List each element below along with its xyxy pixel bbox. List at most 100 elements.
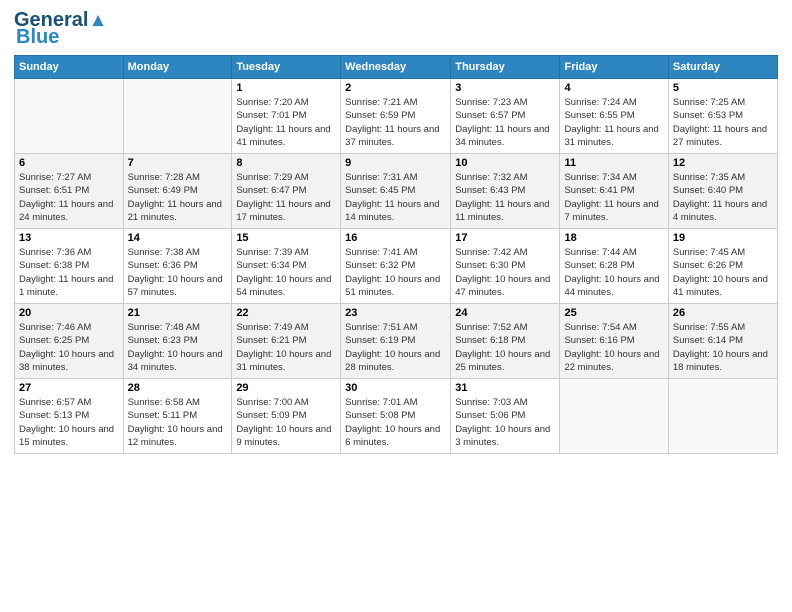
day-info: Sunrise: 7:41 AMSunset: 6:32 PMDaylight:… [345, 246, 446, 299]
day-number: 13 [19, 232, 119, 244]
day-info: Sunrise: 7:27 AMSunset: 6:51 PMDaylight:… [19, 171, 119, 224]
day-info: Sunrise: 7:36 AMSunset: 6:38 PMDaylight:… [19, 246, 119, 299]
day-info: Sunrise: 6:58 AMSunset: 5:11 PMDaylight:… [128, 396, 228, 449]
table-row: 14 Sunrise: 7:38 AMSunset: 6:36 PMDayligh… [123, 229, 232, 304]
table-row: 12 Sunrise: 7:35 AMSunset: 6:40 PMDayligh… [668, 154, 777, 229]
col-saturday: Saturday [668, 56, 777, 79]
day-info: Sunrise: 7:35 AMSunset: 6:40 PMDaylight:… [673, 171, 773, 224]
day-number: 12 [673, 157, 773, 169]
day-info: Sunrise: 7:03 AMSunset: 5:06 PMDaylight:… [455, 396, 555, 449]
table-row: 22 Sunrise: 7:49 AMSunset: 6:21 PMDayligh… [232, 304, 341, 379]
day-info: Sunrise: 7:55 AMSunset: 6:14 PMDaylight:… [673, 321, 773, 374]
day-number: 5 [673, 82, 773, 94]
day-info: Sunrise: 7:29 AMSunset: 6:47 PMDaylight:… [236, 171, 336, 224]
table-row: 29Sunrise: 7:00 AMSunset: 5:09 PMDayligh… [232, 379, 341, 454]
day-number: 15 [236, 232, 336, 244]
day-number: 31 [455, 382, 555, 394]
table-row: 17Sunrise: 7:42 AMSunset: 6:30 PMDayligh… [451, 229, 560, 304]
calendar-week-row: 13 Sunrise: 7:36 AMSunset: 6:38 PMDayligh… [15, 229, 778, 304]
empty-cell [668, 379, 777, 454]
day-number: 11 [564, 157, 663, 169]
logo-bird-icon: ▴ [93, 9, 103, 31]
day-number: 17 [455, 232, 555, 244]
day-number: 22 [236, 307, 336, 319]
day-info: Sunrise: 7:44 AMSunset: 6:28 PMDaylight:… [564, 246, 663, 299]
day-number: 21 [128, 307, 228, 319]
table-row: 1Sunrise: 7:20 AMSunset: 7:01 PMDaylight… [232, 79, 341, 154]
day-number: 28 [128, 382, 228, 394]
day-number: 24 [455, 307, 555, 319]
day-info: Sunrise: 7:21 AMSunset: 6:59 PMDaylight:… [345, 96, 446, 149]
empty-cell [15, 79, 124, 154]
day-number: 20 [19, 307, 119, 319]
day-number: 10 [455, 157, 555, 169]
table-row: 6 Sunrise: 7:27 AMSunset: 6:51 PMDaylight… [15, 154, 124, 229]
page: General ▴ Blue Sunday Monday Tuesday Wed… [0, 0, 792, 612]
table-row: 10Sunrise: 7:32 AMSunset: 6:43 PMDayligh… [451, 154, 560, 229]
day-number: 16 [345, 232, 446, 244]
day-info: Sunrise: 7:49 AMSunset: 6:21 PMDaylight:… [236, 321, 336, 374]
table-row: 8 Sunrise: 7:29 AMSunset: 6:47 PMDaylight… [232, 154, 341, 229]
table-row: 5 Sunrise: 7:25 AMSunset: 6:53 PMDaylight… [668, 79, 777, 154]
calendar-week-row: 6 Sunrise: 7:27 AMSunset: 6:51 PMDaylight… [15, 154, 778, 229]
table-row: 30Sunrise: 7:01 AMSunset: 5:08 PMDayligh… [341, 379, 451, 454]
day-info: Sunrise: 7:25 AMSunset: 6:53 PMDaylight:… [673, 96, 773, 149]
table-row: 16 Sunrise: 7:41 AMSunset: 6:32 PMDayligh… [341, 229, 451, 304]
day-number: 23 [345, 307, 446, 319]
empty-cell [123, 79, 232, 154]
table-row: 27 Sunrise: 6:57 AMSunset: 5:13 PMDayligh… [15, 379, 124, 454]
table-row: 24 Sunrise: 7:52 AMSunset: 6:18 PMDayligh… [451, 304, 560, 379]
day-info: Sunrise: 7:24 AMSunset: 6:55 PMDaylight:… [564, 96, 663, 149]
day-info: Sunrise: 7:45 AMSunset: 6:26 PMDaylight:… [673, 246, 773, 299]
day-info: Sunrise: 6:57 AMSunset: 5:13 PMDaylight:… [19, 396, 119, 449]
table-row: 2Sunrise: 7:21 AMSunset: 6:59 PMDaylight… [341, 79, 451, 154]
table-row: 13 Sunrise: 7:36 AMSunset: 6:38 PMDayligh… [15, 229, 124, 304]
logo: General ▴ Blue [14, 10, 103, 49]
table-row: 23 Sunrise: 7:51 AMSunset: 6:19 PMDayligh… [341, 304, 451, 379]
table-row: 26 Sunrise: 7:55 AMSunset: 6:14 PMDayligh… [668, 304, 777, 379]
day-info: Sunrise: 7:00 AMSunset: 5:09 PMDaylight:… [236, 396, 336, 449]
table-row: 18Sunrise: 7:44 AMSunset: 6:28 PMDayligh… [560, 229, 668, 304]
day-info: Sunrise: 7:23 AMSunset: 6:57 PMDaylight:… [455, 96, 555, 149]
day-info: Sunrise: 7:54 AMSunset: 6:16 PMDaylight:… [564, 321, 663, 374]
table-row: 9 Sunrise: 7:31 AMSunset: 6:45 PMDaylight… [341, 154, 451, 229]
table-row: 7Sunrise: 7:28 AMSunset: 6:49 PMDaylight… [123, 154, 232, 229]
calendar-header: Sunday Monday Tuesday Wednesday Thursday… [15, 56, 778, 79]
col-friday: Friday [560, 56, 668, 79]
calendar-week-row: 1Sunrise: 7:20 AMSunset: 7:01 PMDaylight… [15, 79, 778, 154]
calendar-week-row: 27 Sunrise: 6:57 AMSunset: 5:13 PMDayligh… [15, 379, 778, 454]
day-info: Sunrise: 7:52 AMSunset: 6:18 PMDaylight:… [455, 321, 555, 374]
day-number: 6 [19, 157, 119, 169]
table-row: 20Sunrise: 7:46 AMSunset: 6:25 PMDayligh… [15, 304, 124, 379]
day-number: 7 [128, 157, 228, 169]
col-sunday: Sunday [15, 56, 124, 79]
col-wednesday: Wednesday [341, 56, 451, 79]
table-row: 25Sunrise: 7:54 AMSunset: 6:16 PMDayligh… [560, 304, 668, 379]
day-number: 27 [19, 382, 119, 394]
calendar-body: 1Sunrise: 7:20 AMSunset: 7:01 PMDaylight… [15, 79, 778, 454]
day-number: 26 [673, 307, 773, 319]
calendar-week-row: 20Sunrise: 7:46 AMSunset: 6:25 PMDayligh… [15, 304, 778, 379]
day-number: 8 [236, 157, 336, 169]
col-thursday: Thursday [451, 56, 560, 79]
day-number: 9 [345, 157, 446, 169]
table-row: 19 Sunrise: 7:45 AMSunset: 6:26 PMDayligh… [668, 229, 777, 304]
day-info: Sunrise: 7:38 AMSunset: 6:36 PMDaylight:… [128, 246, 228, 299]
table-row: 11Sunrise: 7:34 AMSunset: 6:41 PMDayligh… [560, 154, 668, 229]
day-info: Sunrise: 7:48 AMSunset: 6:23 PMDaylight:… [128, 321, 228, 374]
day-number: 3 [455, 82, 555, 94]
logo-blue: Blue [16, 26, 59, 49]
day-info: Sunrise: 7:31 AMSunset: 6:45 PMDaylight:… [345, 171, 446, 224]
table-row: 15Sunrise: 7:39 AMSunset: 6:34 PMDayligh… [232, 229, 341, 304]
table-row: 28 Sunrise: 6:58 AMSunset: 5:11 PMDayligh… [123, 379, 232, 454]
empty-cell [560, 379, 668, 454]
table-row: 31 Sunrise: 7:03 AMSunset: 5:06 PMDayligh… [451, 379, 560, 454]
day-number: 19 [673, 232, 773, 244]
weekday-row: Sunday Monday Tuesday Wednesday Thursday… [15, 56, 778, 79]
header: General ▴ Blue [14, 10, 778, 49]
day-number: 4 [564, 82, 663, 94]
day-number: 30 [345, 382, 446, 394]
day-number: 1 [236, 82, 336, 94]
day-info: Sunrise: 7:51 AMSunset: 6:19 PMDaylight:… [345, 321, 446, 374]
day-number: 14 [128, 232, 228, 244]
